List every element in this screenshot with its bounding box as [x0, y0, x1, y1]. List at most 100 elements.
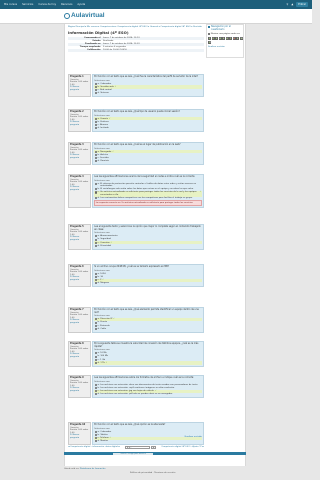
question-nav-button[interactable]: 10	[239, 36, 243, 40]
question-text: Lea el siguiente texto y seleccione la o…	[94, 225, 201, 231]
answer-radio[interactable]	[94, 117, 97, 120]
answer-radio[interactable]	[94, 430, 97, 433]
answer-radio[interactable]	[94, 321, 97, 324]
answer-option[interactable]: d. Invitado	[94, 127, 202, 130]
answer-radio[interactable]	[94, 275, 97, 278]
answer-option[interactable]: d. Privacidad	[94, 244, 202, 247]
flag-question-link[interactable]: ⚑ Marcar pregunta	[70, 276, 89, 281]
flag-question-link[interactable]: ⚑ Marcar pregunta	[70, 236, 89, 241]
answer-radio[interactable]	[94, 383, 97, 386]
flag-question-link[interactable]: ⚑ Marcar pregunta	[70, 154, 89, 159]
answer-radio[interactable]	[94, 386, 97, 389]
question-text: En función con el texto que se leía, ¿Qu…	[94, 308, 199, 314]
answer-radio[interactable]	[94, 393, 97, 396]
answer-radio[interactable]	[94, 238, 97, 241]
answer-radio[interactable]	[94, 153, 97, 156]
answer-option[interactable]: d. Las contraseñas deben compartirse con …	[94, 197, 202, 200]
previous-activity-link[interactable]: ◄ Competencia digital - información, dat…	[68, 446, 120, 449]
question-content: En función con el texto que se leía, ¿Cu…	[92, 74, 204, 97]
attempt-summary-table: Comenzado el lunes, 7 de octubre de 2024,…	[68, 36, 204, 52]
platform-link[interactable]: Plataforma de formación	[80, 468, 106, 470]
sidebar-finish-review-link[interactable]: Finalizar revisión	[208, 46, 242, 49]
answer-radio[interactable]	[94, 156, 97, 159]
answer-option[interactable]: d. Ninguna	[94, 282, 202, 285]
answer-radio[interactable]	[94, 327, 97, 330]
logo-icon	[64, 13, 70, 19]
flag-question-link[interactable]: ⚑ Marcar pregunta	[70, 353, 89, 358]
show-one-page-checkbox[interactable]	[208, 32, 210, 35]
finish-review-link[interactable]: Finalizar revisión	[185, 436, 202, 439]
topbar-item-today[interactable]: Cursos de hoy	[38, 3, 56, 6]
question-block: Pregunta 6 Correcta Puntúa 1,00 sobre 1,00…	[68, 264, 204, 287]
question-content: Lea las siguientes afirmaciones acerca d…	[92, 174, 204, 209]
next-activity-link[interactable]: Competencia digital (4º ESO) - Ajuste TC…	[161, 446, 204, 449]
answer-option[interactable]: d. Cable	[94, 327, 202, 330]
answer-radio[interactable]	[94, 191, 97, 194]
question-nav-button[interactable]: 11	[208, 40, 211, 44]
answer-letter: d.	[97, 361, 100, 364]
answer-text: Ninguna	[100, 281, 109, 284]
flag-question-link[interactable]: ⚑ Marcar pregunta	[70, 434, 89, 439]
answer-radio[interactable]	[94, 160, 97, 163]
flag-question-link[interactable]: ⚑ Marcar pregunta	[70, 319, 89, 324]
answer-option[interactable]: d. Los archivos con extensión .pdf solo s…	[94, 393, 202, 396]
answer-radio[interactable]	[94, 120, 97, 123]
answer-radio[interactable]	[94, 244, 97, 247]
answer-radio[interactable]	[94, 92, 97, 95]
site-header: Aulavirtual	[0, 9, 312, 24]
mobile-app-button[interactable]: Obtener la app para móviles	[113, 452, 153, 455]
answer-option[interactable]: c. Un antivirus actualizado es suficiente…	[94, 191, 202, 197]
question-block: Pregunta 7 Correcta Puntúa 1,00 sobre 1,00…	[68, 307, 204, 333]
flag-question-link[interactable]: ⚑ Marcar pregunta	[70, 186, 89, 191]
login-button[interactable]: Entrar	[296, 2, 308, 7]
answer-letter: d.	[97, 392, 100, 395]
topbar-item-my-courses[interactable]: Mis cursos	[4, 3, 17, 6]
answer-text: Invitado	[100, 126, 109, 129]
breadcrumb[interactable]: Página Principal ▸ Mis cursos ▸ Competen…	[68, 26, 203, 29]
answer-text: Privacidad	[100, 244, 111, 247]
answer-radio[interactable]	[94, 282, 97, 285]
answer-radio[interactable]	[94, 355, 97, 358]
answer-option[interactable]: d. 1 Tb ✓	[94, 361, 202, 365]
answer-radio[interactable]	[94, 433, 97, 436]
topbar-item-resources[interactable]: Recursos	[61, 3, 72, 6]
answer-radio[interactable]	[94, 241, 97, 244]
search-icon[interactable]: ⚲	[286, 3, 288, 6]
answer-radio[interactable]	[94, 85, 97, 88]
answer-radio[interactable]	[94, 197, 97, 200]
answer-radio[interactable]	[94, 358, 97, 361]
answer-letter: d.	[97, 281, 100, 284]
flag-question-link[interactable]: ⚑ Marcar pregunta	[70, 387, 89, 392]
answer-radio[interactable]	[94, 278, 97, 281]
answer-radio[interactable]	[94, 361, 97, 364]
flag-question-link[interactable]: ⚑ Marcar pregunta	[70, 121, 89, 126]
notifications-icon[interactable]: ▲	[291, 3, 293, 6]
answer-option[interactable]: d. Dominio	[94, 160, 202, 163]
answer-radio[interactable]	[94, 150, 97, 153]
answer-radio[interactable]	[94, 82, 97, 85]
answer-radio[interactable]	[94, 127, 97, 130]
answer-radio[interactable]	[94, 389, 97, 392]
flag-question-link[interactable]: ⚑ Marcar pregunta	[70, 86, 89, 91]
question-info: Pregunta 8 Correcta Puntúa 1,00 sobre 1,00…	[68, 341, 91, 367]
site-logo[interactable]: Aulavirtual	[64, 12, 105, 20]
page-title: Información Digital (4º ESO)	[68, 30, 129, 35]
answer-option[interactable]: d. Sistema	[94, 92, 202, 95]
jump-to-select[interactable]: Ir a...	[125, 445, 151, 449]
navigation-icon	[208, 26, 211, 29]
question-info: Pregunta 6 Correcta Puntúa 1,00 sobre 1,00…	[68, 264, 91, 287]
topbar-item-services[interactable]: Servicios	[22, 3, 33, 6]
answer-radio[interactable]	[94, 123, 97, 126]
jump-go-button[interactable]: ▸	[150, 445, 156, 449]
answer-radio[interactable]	[94, 436, 97, 439]
answer-radio[interactable]	[94, 272, 97, 275]
footer-policies[interactable]: Política de privacidad · Términos de ser…	[130, 472, 175, 475]
answer-radio[interactable]	[94, 88, 97, 91]
question-info: Pregunta 2 Correcta Puntúa 1,00 sobre 1,00…	[68, 109, 91, 132]
answer-radio[interactable]	[94, 182, 97, 185]
question-content: En función con el texto que se leía, ¿Qu…	[92, 109, 204, 132]
topbar-item-help[interactable]: Ayuda	[77, 3, 85, 6]
question-text: En función con el texto que se leía, ¿Qu…	[94, 110, 180, 114]
question-info: Pregunta 1 Correcta Puntúa 1,00 sobre 1,00…	[68, 74, 91, 97]
answer-radio[interactable]	[94, 324, 97, 327]
